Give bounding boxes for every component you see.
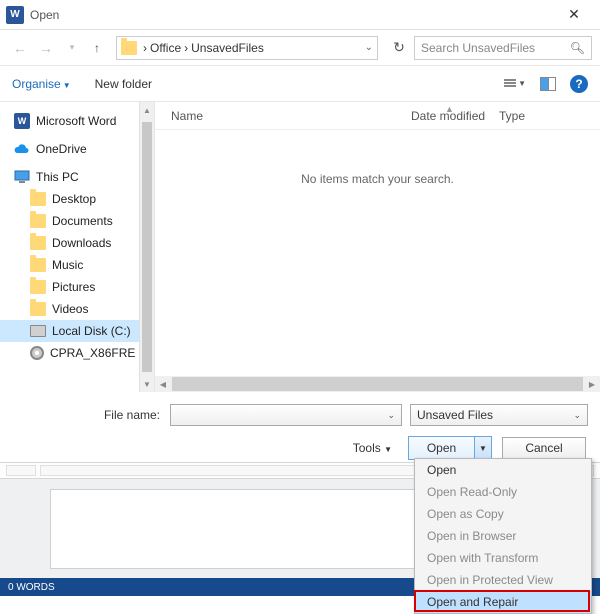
sidebar-item-label: Videos xyxy=(52,302,88,316)
breadcrumb-seg[interactable]: Office xyxy=(150,41,181,55)
menu-item: Open in Browser xyxy=(415,525,591,547)
sidebar-item[interactable]: This PC xyxy=(0,166,154,188)
sidebar-item[interactable]: Documents xyxy=(0,210,154,232)
titlebar: W Open ✕ xyxy=(0,0,600,30)
sidebar-item-label: Pictures xyxy=(52,280,95,294)
cancel-button[interactable]: Cancel xyxy=(502,437,586,459)
sidebar-item-label: Desktop xyxy=(52,192,96,206)
menu-item: Open with Transform xyxy=(415,547,591,569)
sidebar-item-label: This PC xyxy=(36,170,79,184)
open-split-button[interactable]: Open ▼ xyxy=(408,436,492,460)
folder-icon xyxy=(30,214,46,228)
filename-label: File name: xyxy=(12,408,170,422)
view-mode-button[interactable]: ▼ xyxy=(504,79,526,88)
folder-icon xyxy=(30,236,46,250)
sidebar-scrollbar[interactable]: ▲ ▼ xyxy=(139,102,154,392)
folder-icon xyxy=(30,302,46,316)
sidebar-item-label: Music xyxy=(52,258,83,272)
back-button[interactable]: ← xyxy=(8,36,32,60)
open-dropdown-menu: OpenOpen Read-OnlyOpen as CopyOpen in Br… xyxy=(414,458,592,614)
sidebar-item[interactable]: Videos xyxy=(0,298,154,320)
breadcrumb-seg[interactable]: UnsavedFiles xyxy=(191,41,264,55)
recent-dropdown[interactable]: ▾ xyxy=(60,36,84,60)
column-name[interactable]: Name xyxy=(171,109,411,123)
file-type-filter[interactable]: Unsaved Files ⌄ xyxy=(410,404,588,426)
pc-icon xyxy=(14,170,30,184)
disc-icon xyxy=(30,346,44,360)
sidebar-item-label: CPRA_X86FRE (E xyxy=(50,346,151,360)
menu-item[interactable]: Open xyxy=(415,459,591,481)
menu-item[interactable]: Open and Repair xyxy=(415,591,591,613)
breadcrumb-sep: › xyxy=(143,41,147,55)
open-button[interactable]: Open xyxy=(408,436,474,460)
filename-input[interactable]: ⌄ xyxy=(170,404,402,426)
column-date[interactable]: Date modified xyxy=(411,109,499,123)
chevron-down-icon[interactable]: ⌄ xyxy=(387,410,395,421)
folder-icon xyxy=(30,192,46,206)
address-bar[interactable]: › Office › UnsavedFiles ⌄ xyxy=(116,36,378,60)
disk-icon xyxy=(30,325,46,337)
folder-icon xyxy=(121,41,137,55)
chevron-down-icon[interactable]: ⌄ xyxy=(573,410,581,421)
sidebar-item-label: Documents xyxy=(52,214,113,228)
sidebar-item[interactable]: CPRA_X86FRE (E xyxy=(0,342,154,364)
sidebar-item[interactable]: Downloads xyxy=(0,232,154,254)
content-h-scrollbar[interactable]: ◀▶ xyxy=(155,376,600,392)
column-headers[interactable]: ▲ Name Date modified Type xyxy=(155,102,600,130)
search-placeholder: Search UnsavedFiles xyxy=(421,41,570,55)
window-title: Open xyxy=(30,8,554,22)
word-app-icon: W xyxy=(6,6,24,24)
preview-pane-button[interactable] xyxy=(540,77,556,91)
sidebar-item-label: Microsoft Word xyxy=(36,114,116,128)
breadcrumb-sep: › xyxy=(184,41,188,55)
organise-menu[interactable]: Organise▼ xyxy=(12,77,71,91)
search-input[interactable]: Search UnsavedFiles 🔍︎ xyxy=(414,36,592,60)
sidebar-item-label: Local Disk (C:) xyxy=(52,324,131,338)
sidebar-item[interactable]: Local Disk (C:) xyxy=(0,320,154,342)
sidebar-item-label: OneDrive xyxy=(36,142,87,156)
nav-bar: ← → ▾ ↑ › Office › UnsavedFiles ⌄ ↻ Sear… xyxy=(0,30,600,66)
folder-icon xyxy=(30,258,46,272)
sidebar-item[interactable]: Pictures xyxy=(0,276,154,298)
column-type[interactable]: Type xyxy=(499,109,543,123)
sidebar-item[interactable]: OneDrive xyxy=(0,138,154,160)
sort-indicator-icon: ▲ xyxy=(445,104,454,114)
up-button[interactable]: ↑ xyxy=(86,37,108,59)
empty-message: No items match your search. xyxy=(155,172,600,186)
file-list[interactable]: ▲ Name Date modified Type No items match… xyxy=(155,102,600,392)
new-folder-button[interactable]: New folder xyxy=(95,77,152,91)
open-dropdown-button[interactable]: ▼ xyxy=(474,436,492,460)
search-icon: 🔍︎ xyxy=(570,41,585,55)
toolbar: Organise▼ New folder ▼ ? xyxy=(0,66,600,102)
nav-sidebar: ▲ ▼ W Microsoft Word OneDrive This PC Deskto… xyxy=(0,102,155,392)
sidebar-item[interactable]: W Microsoft Word xyxy=(0,110,154,132)
sidebar-item[interactable]: Music xyxy=(0,254,154,276)
tools-menu[interactable]: Tools ▼ xyxy=(353,441,392,455)
word-icon: W xyxy=(14,113,30,129)
help-icon[interactable]: ? xyxy=(570,75,588,93)
refresh-button[interactable]: ↻ xyxy=(386,36,412,60)
address-dropdown-icon[interactable]: ⌄ xyxy=(365,42,373,53)
folder-icon xyxy=(30,280,46,294)
forward-button[interactable]: → xyxy=(34,36,58,60)
sidebar-item-label: Downloads xyxy=(52,236,111,250)
menu-item: Open as Copy xyxy=(415,503,591,525)
menu-item: Open in Protected View xyxy=(415,569,591,591)
cloud-icon xyxy=(14,142,30,156)
word-count[interactable]: 0 WORDS xyxy=(8,582,55,593)
menu-item: Open Read-Only xyxy=(415,481,591,503)
sidebar-item[interactable]: Desktop xyxy=(0,188,154,210)
close-button[interactable]: ✕ xyxy=(554,1,594,29)
